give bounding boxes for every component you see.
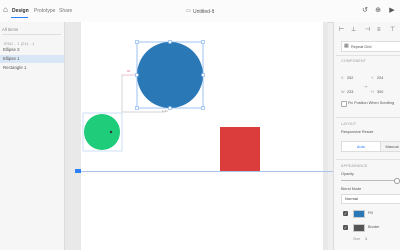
component-section-label: COMPONENT (341, 59, 367, 63)
large-blue-circle[interactable] (137, 42, 203, 108)
resize-handle[interactable] (201, 40, 205, 44)
align-top-icon[interactable]: ⊤ (390, 27, 395, 33)
x-field[interactable]: 252 (347, 76, 353, 80)
border-label: Border (368, 225, 380, 229)
green-circle[interactable] (84, 114, 120, 150)
h-field[interactable]: 300 (377, 90, 383, 94)
align-center-icon[interactable]: ⊥ (351, 27, 356, 33)
fix-position-checkbox[interactable] (341, 101, 347, 107)
w-field[interactable]: 233 (347, 90, 353, 94)
align-left-icon[interactable]: ⊢ (339, 27, 344, 33)
resize-handle[interactable] (168, 106, 172, 110)
x-label: X (341, 76, 344, 80)
repeat-grid-button[interactable]: ▦ Repeat Grid (341, 41, 400, 52)
resize-handle[interactable] (135, 40, 139, 44)
blend-mode-select[interactable]: Normal (341, 194, 400, 204)
appearance-section-label: APPEARANCE (341, 164, 368, 168)
grid-icon: ▦ (344, 43, 349, 49)
resize-auto-option[interactable]: Auto (341, 141, 381, 152)
spacing-value-tag: 66 (127, 69, 131, 73)
w-label: W (341, 90, 345, 94)
resize-handle[interactable] (201, 73, 205, 77)
anchor-point[interactable] (109, 130, 113, 134)
opacity-label: Opacity (341, 172, 354, 176)
fill-checkbox[interactable]: ✓ (343, 211, 348, 216)
repeat-grid-label: Repeat Grid (351, 44, 372, 49)
responsive-resize-label: Responsive Resize (341, 130, 374, 134)
border-size-field[interactable]: 1 (365, 237, 367, 241)
h-label: H (371, 90, 374, 94)
opacity-slider-thumb[interactable] (394, 178, 400, 184)
divider (336, 159, 400, 160)
spacing-value-tag: 1.41 (162, 109, 168, 113)
border-color-swatch[interactable] (353, 224, 365, 232)
y-label: Y (371, 76, 374, 80)
resize-handle[interactable] (201, 106, 205, 110)
fill-label: Fill (368, 211, 373, 215)
divider (336, 117, 400, 118)
y-field[interactable]: 204 (377, 76, 383, 80)
resize-handle[interactable] (135, 106, 139, 110)
align-right-icon[interactable]: ⊣ (365, 27, 370, 33)
guide-handle[interactable] (75, 169, 81, 173)
border-checkbox[interactable]: ✓ (343, 225, 348, 230)
red-square[interactable] (220, 127, 260, 171)
opacity-slider[interactable] (341, 180, 396, 181)
blend-mode-label: Blend Mode (341, 187, 362, 191)
blend-mode-value: Normal (345, 196, 358, 201)
lock-aspect-icon[interactable]: ⊸ (364, 84, 367, 90)
resize-handle[interactable] (168, 40, 172, 44)
divider (336, 55, 400, 56)
resize-manual-option[interactable]: Manual (380, 141, 400, 152)
border-size-label: Size (353, 237, 361, 241)
fill-color-swatch[interactable] (353, 210, 365, 218)
resize-handle[interactable] (135, 73, 139, 77)
distribute-icon[interactable]: ≡ (377, 27, 381, 33)
layout-section-label: LAYOUT (341, 122, 357, 126)
fix-position-label: Fix Position When Scrolling (348, 101, 395, 105)
